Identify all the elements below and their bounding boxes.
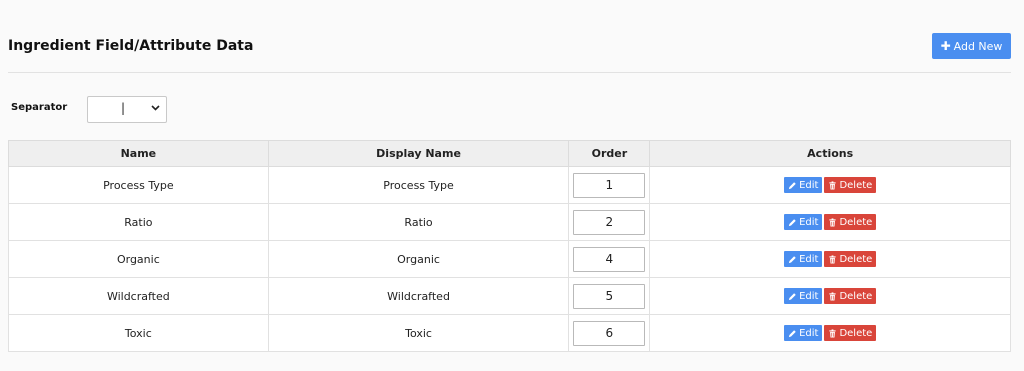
order-input[interactable] (573, 209, 646, 235)
delete-label: Delete (839, 216, 873, 228)
delete-label: Delete (839, 327, 873, 339)
cell-actions: Edit Delete (649, 314, 1011, 352)
cell-name: Toxic (8, 314, 269, 352)
table-row: OrganicOrganic Edit Delete (8, 240, 1011, 278)
page-title: Ingredient Field/Attribute Data (8, 38, 254, 54)
delete-label: Delete (839, 290, 873, 302)
table-row: Process TypeProcess Type Edit Delete (8, 166, 1011, 204)
edit-label: Edit (799, 216, 819, 228)
edit-button[interactable]: Edit (784, 214, 823, 230)
cell-order (568, 166, 651, 204)
cell-actions: Edit Delete (649, 277, 1011, 315)
edit-label: Edit (799, 290, 819, 302)
trash-icon (829, 328, 837, 338)
edit-label: Edit (799, 327, 819, 339)
delete-label: Delete (839, 179, 873, 191)
cell-name: Wildcrafted (8, 277, 269, 315)
cell-name: Ratio (8, 203, 269, 241)
column-header-order: Order (568, 140, 651, 167)
edit-button[interactable]: Edit (784, 177, 823, 193)
cell-display-name: Toxic (267, 314, 570, 352)
trash-icon (829, 291, 837, 301)
order-input[interactable] (573, 246, 646, 272)
edit-label: Edit (799, 179, 819, 191)
edit-button[interactable]: Edit (784, 288, 823, 304)
cell-display-name: Wildcrafted (267, 277, 570, 315)
trash-icon (829, 217, 837, 227)
separator-select[interactable]: | (87, 96, 167, 123)
edit-label: Edit (799, 253, 819, 265)
cell-order (568, 203, 651, 241)
edit-button[interactable]: Edit (784, 325, 823, 341)
add-new-button[interactable]: ✚ Add New (932, 33, 1011, 59)
pencil-icon (788, 181, 796, 189)
cell-display-name: Ratio (267, 203, 570, 241)
cell-name: Organic (8, 240, 269, 278)
delete-button[interactable]: Delete (824, 325, 877, 341)
column-header-display-name: Display Name (267, 140, 570, 167)
delete-label: Delete (839, 253, 873, 265)
table-row: ToxicToxic Edit Delete (8, 314, 1011, 352)
delete-button[interactable]: Delete (824, 214, 877, 230)
column-header-actions: Actions (649, 140, 1011, 167)
edit-button[interactable]: Edit (784, 251, 823, 267)
ingredient-attribute-table: Name Display Name Order Actions Process … (8, 140, 1011, 352)
separator-selected-value: | (121, 101, 126, 115)
cell-display-name: Process Type (267, 166, 570, 204)
cell-actions: Edit Delete (649, 203, 1011, 241)
cell-order (568, 314, 651, 352)
table-row: WildcraftedWildcrafted Edit Delete (8, 277, 1011, 315)
cell-order (568, 240, 651, 278)
cell-order (568, 277, 651, 315)
header-divider (8, 72, 1011, 73)
cell-actions: Edit Delete (649, 240, 1011, 278)
pencil-icon (788, 329, 796, 337)
table-header-row: Name Display Name Order Actions (8, 140, 1011, 167)
column-header-name: Name (8, 140, 269, 167)
add-new-label: Add New (953, 39, 1003, 53)
separator-label: Separator (11, 102, 68, 113)
table-row: RatioRatio Edit Delete (8, 203, 1011, 241)
plus-icon: ✚ (940, 39, 951, 53)
pencil-icon (788, 292, 796, 300)
cell-name: Process Type (8, 166, 269, 204)
pencil-icon (788, 255, 796, 263)
order-input[interactable] (573, 283, 646, 309)
order-input[interactable] (573, 172, 646, 198)
cell-display-name: Organic (267, 240, 570, 278)
trash-icon (829, 180, 837, 190)
pencil-icon (788, 218, 796, 226)
delete-button[interactable]: Delete (824, 251, 877, 267)
chevron-down-icon (151, 105, 160, 111)
delete-button[interactable]: Delete (824, 288, 877, 304)
order-input[interactable] (573, 320, 646, 346)
trash-icon (829, 254, 837, 264)
delete-button[interactable]: Delete (824, 177, 877, 193)
cell-actions: Edit Delete (649, 166, 1011, 204)
